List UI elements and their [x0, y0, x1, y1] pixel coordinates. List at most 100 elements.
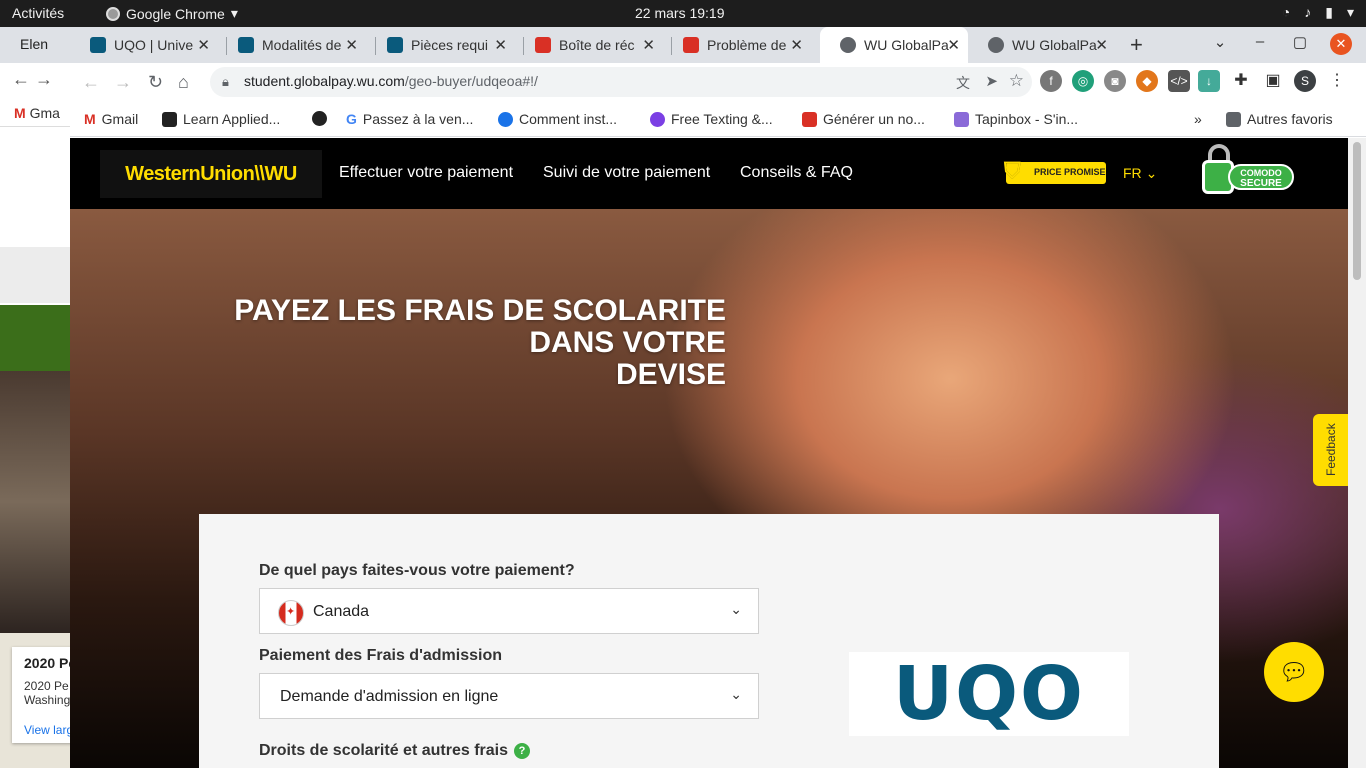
- translate-icon[interactable]: 文: [956, 73, 970, 93]
- uqo-favicon-icon: [238, 37, 254, 53]
- send-icon[interactable]: ➤: [985, 72, 998, 90]
- extension-icon[interactable]: ◎: [1072, 70, 1094, 92]
- bookmark-item[interactable]: Générer un no...: [802, 111, 925, 127]
- feedback-label: Feedback: [1324, 423, 1338, 476]
- code-icon[interactable]: </>: [1168, 70, 1190, 92]
- address-bar[interactable]: 🔒︎ student.globalpay.wu.com/geo-buyer/ud…: [210, 67, 1032, 97]
- bookmark-item[interactable]: G Passez à la ven...: [346, 111, 473, 127]
- clock[interactable]: 22 mars 19:19: [635, 5, 725, 21]
- chat-bubble-icon[interactable]: 💬︎: [1264, 642, 1324, 702]
- download-icon[interactable]: ↓: [1198, 70, 1220, 92]
- bg-gray-band: [0, 247, 80, 303]
- back-icon[interactable]: ←: [82, 72, 100, 93]
- price-promise-badge[interactable]: ⛉ PRICE PROMISE: [1004, 158, 1106, 184]
- scrollbar-thumb[interactable]: [1353, 142, 1361, 280]
- background-window[interactable]: Elen ← → M Gma 2020 Pe 2020 Pe Washing V…: [0, 27, 80, 768]
- reload-icon[interactable]: ↻: [148, 72, 163, 93]
- globe-favicon-icon: [988, 37, 1004, 53]
- bg-tab[interactable]: Elen: [0, 27, 80, 63]
- close-tab-icon[interactable]: ✕: [1095, 36, 1108, 54]
- bg-bookmark[interactable]: M Gma: [0, 97, 80, 127]
- url-path: /geo-buyer/udqeoa#!/: [404, 73, 538, 89]
- folder-icon: [1226, 111, 1241, 127]
- new-tab-icon[interactable]: +: [1130, 32, 1143, 58]
- close-tab-icon[interactable]: ✕: [947, 36, 960, 54]
- hero-title-line2: DANS VOTRE: [529, 326, 726, 359]
- comodo-secure-badge[interactable]: COMODO SECURE: [1200, 142, 1296, 198]
- payment-form-card: De quel pays faites-vous votre paiement?…: [199, 514, 1219, 768]
- forward-icon[interactable]: →: [35, 69, 53, 89]
- bookmark-item[interactable]: M Gmail: [84, 111, 138, 127]
- close-tab-icon[interactable]: ✕: [197, 36, 210, 54]
- menu-kebab-icon[interactable]: ⋮: [1326, 70, 1348, 92]
- camera-icon[interactable]: ◙: [1104, 70, 1126, 92]
- tab-search-icon[interactable]: ⌄: [1200, 33, 1240, 55]
- tab-label: UQO | Unive: [114, 37, 194, 53]
- western-union-logo[interactable]: WesternUnion\\WU: [100, 150, 322, 198]
- system-tray[interactable]: ◔ ♪ ▮ ▾: [1282, 4, 1354, 21]
- feedback-tab[interactable]: Feedback: [1313, 414, 1348, 486]
- canada-flag-icon: [278, 600, 304, 626]
- profile-avatar[interactable]: S: [1294, 70, 1316, 92]
- window-controls: ⌄ – ▢ ✕: [1200, 33, 1352, 55]
- bookmark-item[interactable]: Free Texting &...: [650, 111, 773, 127]
- bookmark-item[interactable]: Learn Applied...: [162, 111, 280, 127]
- bookmark-favicon-icon: [954, 111, 969, 127]
- bg-photo: [0, 371, 80, 633]
- bookmark-item[interactable]: Comment inst...: [498, 111, 617, 127]
- tab-1[interactable]: Modalités de ✕: [218, 27, 366, 63]
- close-tab-icon[interactable]: ✕: [642, 36, 655, 54]
- maximize-icon[interactable]: ▢: [1280, 33, 1320, 55]
- close-tab-icon[interactable]: ✕: [494, 36, 507, 54]
- metamask-icon[interactable]: ◆: [1136, 70, 1158, 92]
- lock-icon[interactable]: 🔒︎: [222, 74, 229, 90]
- close-tab-icon[interactable]: ✕: [345, 36, 358, 54]
- fees-label: Droits de scolarité et autres frais?: [259, 742, 530, 760]
- nav-faq[interactable]: Conseils & FAQ: [740, 164, 853, 182]
- home-icon[interactable]: ⌂: [178, 72, 189, 93]
- extensions-puzzle-icon[interactable]: ✚: [1230, 70, 1252, 92]
- app-menu[interactable]: Google Chrome ▾: [106, 5, 238, 22]
- nav-track-payment[interactable]: Suivi de votre paiement: [543, 164, 710, 182]
- bookmark-favicon-icon: [498, 111, 513, 127]
- google-icon: G: [346, 111, 357, 127]
- activities-button[interactable]: Activités: [12, 5, 64, 21]
- gmail-icon: M: [14, 105, 26, 121]
- tab-label: Modalités de: [262, 37, 342, 53]
- tab-2[interactable]: Pièces requi ✕: [367, 27, 515, 63]
- forward-icon[interactable]: →: [114, 72, 132, 93]
- minimize-icon[interactable]: –: [1240, 33, 1280, 55]
- bookmark-item[interactable]: Tapinbox - S'in...: [954, 111, 1078, 127]
- side-panel-icon[interactable]: ▣: [1262, 70, 1284, 92]
- back-icon[interactable]: ←: [12, 69, 30, 89]
- tab-label: Boîte de réc: [559, 37, 635, 53]
- wifi-icon: ◔: [1281, 4, 1291, 20]
- comodo-line2: SECURE: [1240, 178, 1282, 189]
- bookmarks-bar: M Gmail Learn Applied... G Passez à la ven…: [70, 101, 1366, 137]
- help-icon[interactable]: ?: [513, 743, 530, 759]
- extension-icon[interactable]: f: [1040, 70, 1062, 92]
- bg-bookmark-label: Gma: [29, 105, 60, 121]
- tab-4[interactable]: Problème de ✕: [663, 27, 811, 63]
- language-selector[interactable]: FR ⌄: [1123, 165, 1157, 182]
- payment-type-value: Demande d'admission en ligne: [280, 688, 499, 705]
- nav-make-payment[interactable]: Effectuer votre paiement: [339, 164, 513, 182]
- url-host: student.globalpay.wu.com: [244, 73, 405, 89]
- tab-5-active[interactable]: WU GlobalPa ✕: [820, 27, 968, 63]
- tab-0[interactable]: UQO | Unive ✕: [70, 27, 218, 63]
- language-label: FR: [1123, 165, 1142, 181]
- bookmarks-overflow-button[interactable]: »: [1194, 111, 1202, 127]
- close-window-icon[interactable]: ✕: [1330, 33, 1352, 55]
- close-tab-icon[interactable]: ✕: [790, 36, 803, 54]
- url-text[interactable]: student.globalpay.wu.com/geo-buyer/udqeo…: [244, 73, 538, 89]
- country-select[interactable]: Canada ⌄: [259, 588, 759, 634]
- page-scrollbar[interactable]: [1348, 138, 1366, 768]
- bookmark-item[interactable]: [312, 111, 333, 126]
- payment-type-select[interactable]: Demande d'admission en ligne ⌄: [259, 673, 759, 719]
- bookmark-star-icon[interactable]: ☆: [1009, 71, 1024, 91]
- other-bookmarks[interactable]: Autres favoris: [1226, 111, 1333, 127]
- bookmark-favicon-icon: [162, 111, 177, 127]
- tab-3[interactable]: Boîte de réc ✕: [515, 27, 663, 63]
- comodo-line1: COMODO: [1240, 168, 1282, 178]
- tab-6[interactable]: WU GlobalPa ✕: [968, 27, 1116, 63]
